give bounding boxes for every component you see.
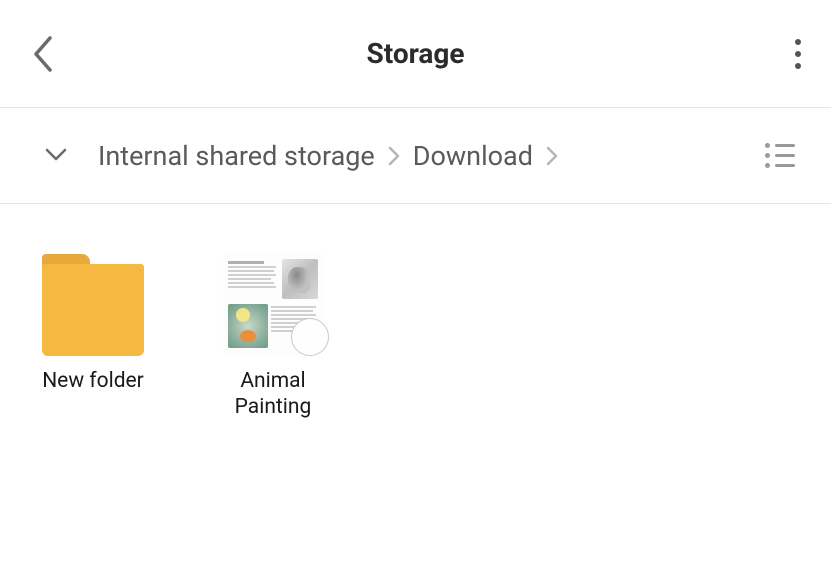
list-view-icon: [765, 143, 795, 148]
folder-icon: [42, 254, 144, 354]
folder-item[interactable]: New folder: [38, 254, 148, 421]
view-toggle-button[interactable]: [759, 137, 801, 174]
file-grid: New folder: [0, 204, 831, 471]
more-options-button[interactable]: [785, 29, 811, 79]
chevron-down-icon: [44, 146, 68, 162]
app-header: Storage: [0, 0, 831, 108]
breadcrumb: Internal shared storage Download: [98, 140, 563, 172]
breadcrumb-bar: Internal shared storage Download: [0, 108, 831, 204]
breadcrumb-collapse-button[interactable]: [38, 140, 74, 172]
chevron-right-icon: [541, 145, 563, 167]
file-thumbnail: [223, 254, 323, 354]
chevron-right-icon: [383, 145, 405, 167]
selection-indicator[interactable]: [291, 318, 329, 356]
back-icon: [30, 34, 56, 74]
dots-icon: [795, 39, 801, 45]
item-label: New folder: [42, 368, 144, 394]
breadcrumb-item[interactable]: Internal shared storage: [98, 140, 375, 172]
page-title: Storage: [366, 37, 464, 70]
file-item[interactable]: Animal Painting: [218, 254, 328, 421]
breadcrumb-item[interactable]: Download: [413, 140, 533, 172]
item-label: Animal Painting: [218, 368, 328, 421]
back-button[interactable]: [20, 24, 66, 84]
